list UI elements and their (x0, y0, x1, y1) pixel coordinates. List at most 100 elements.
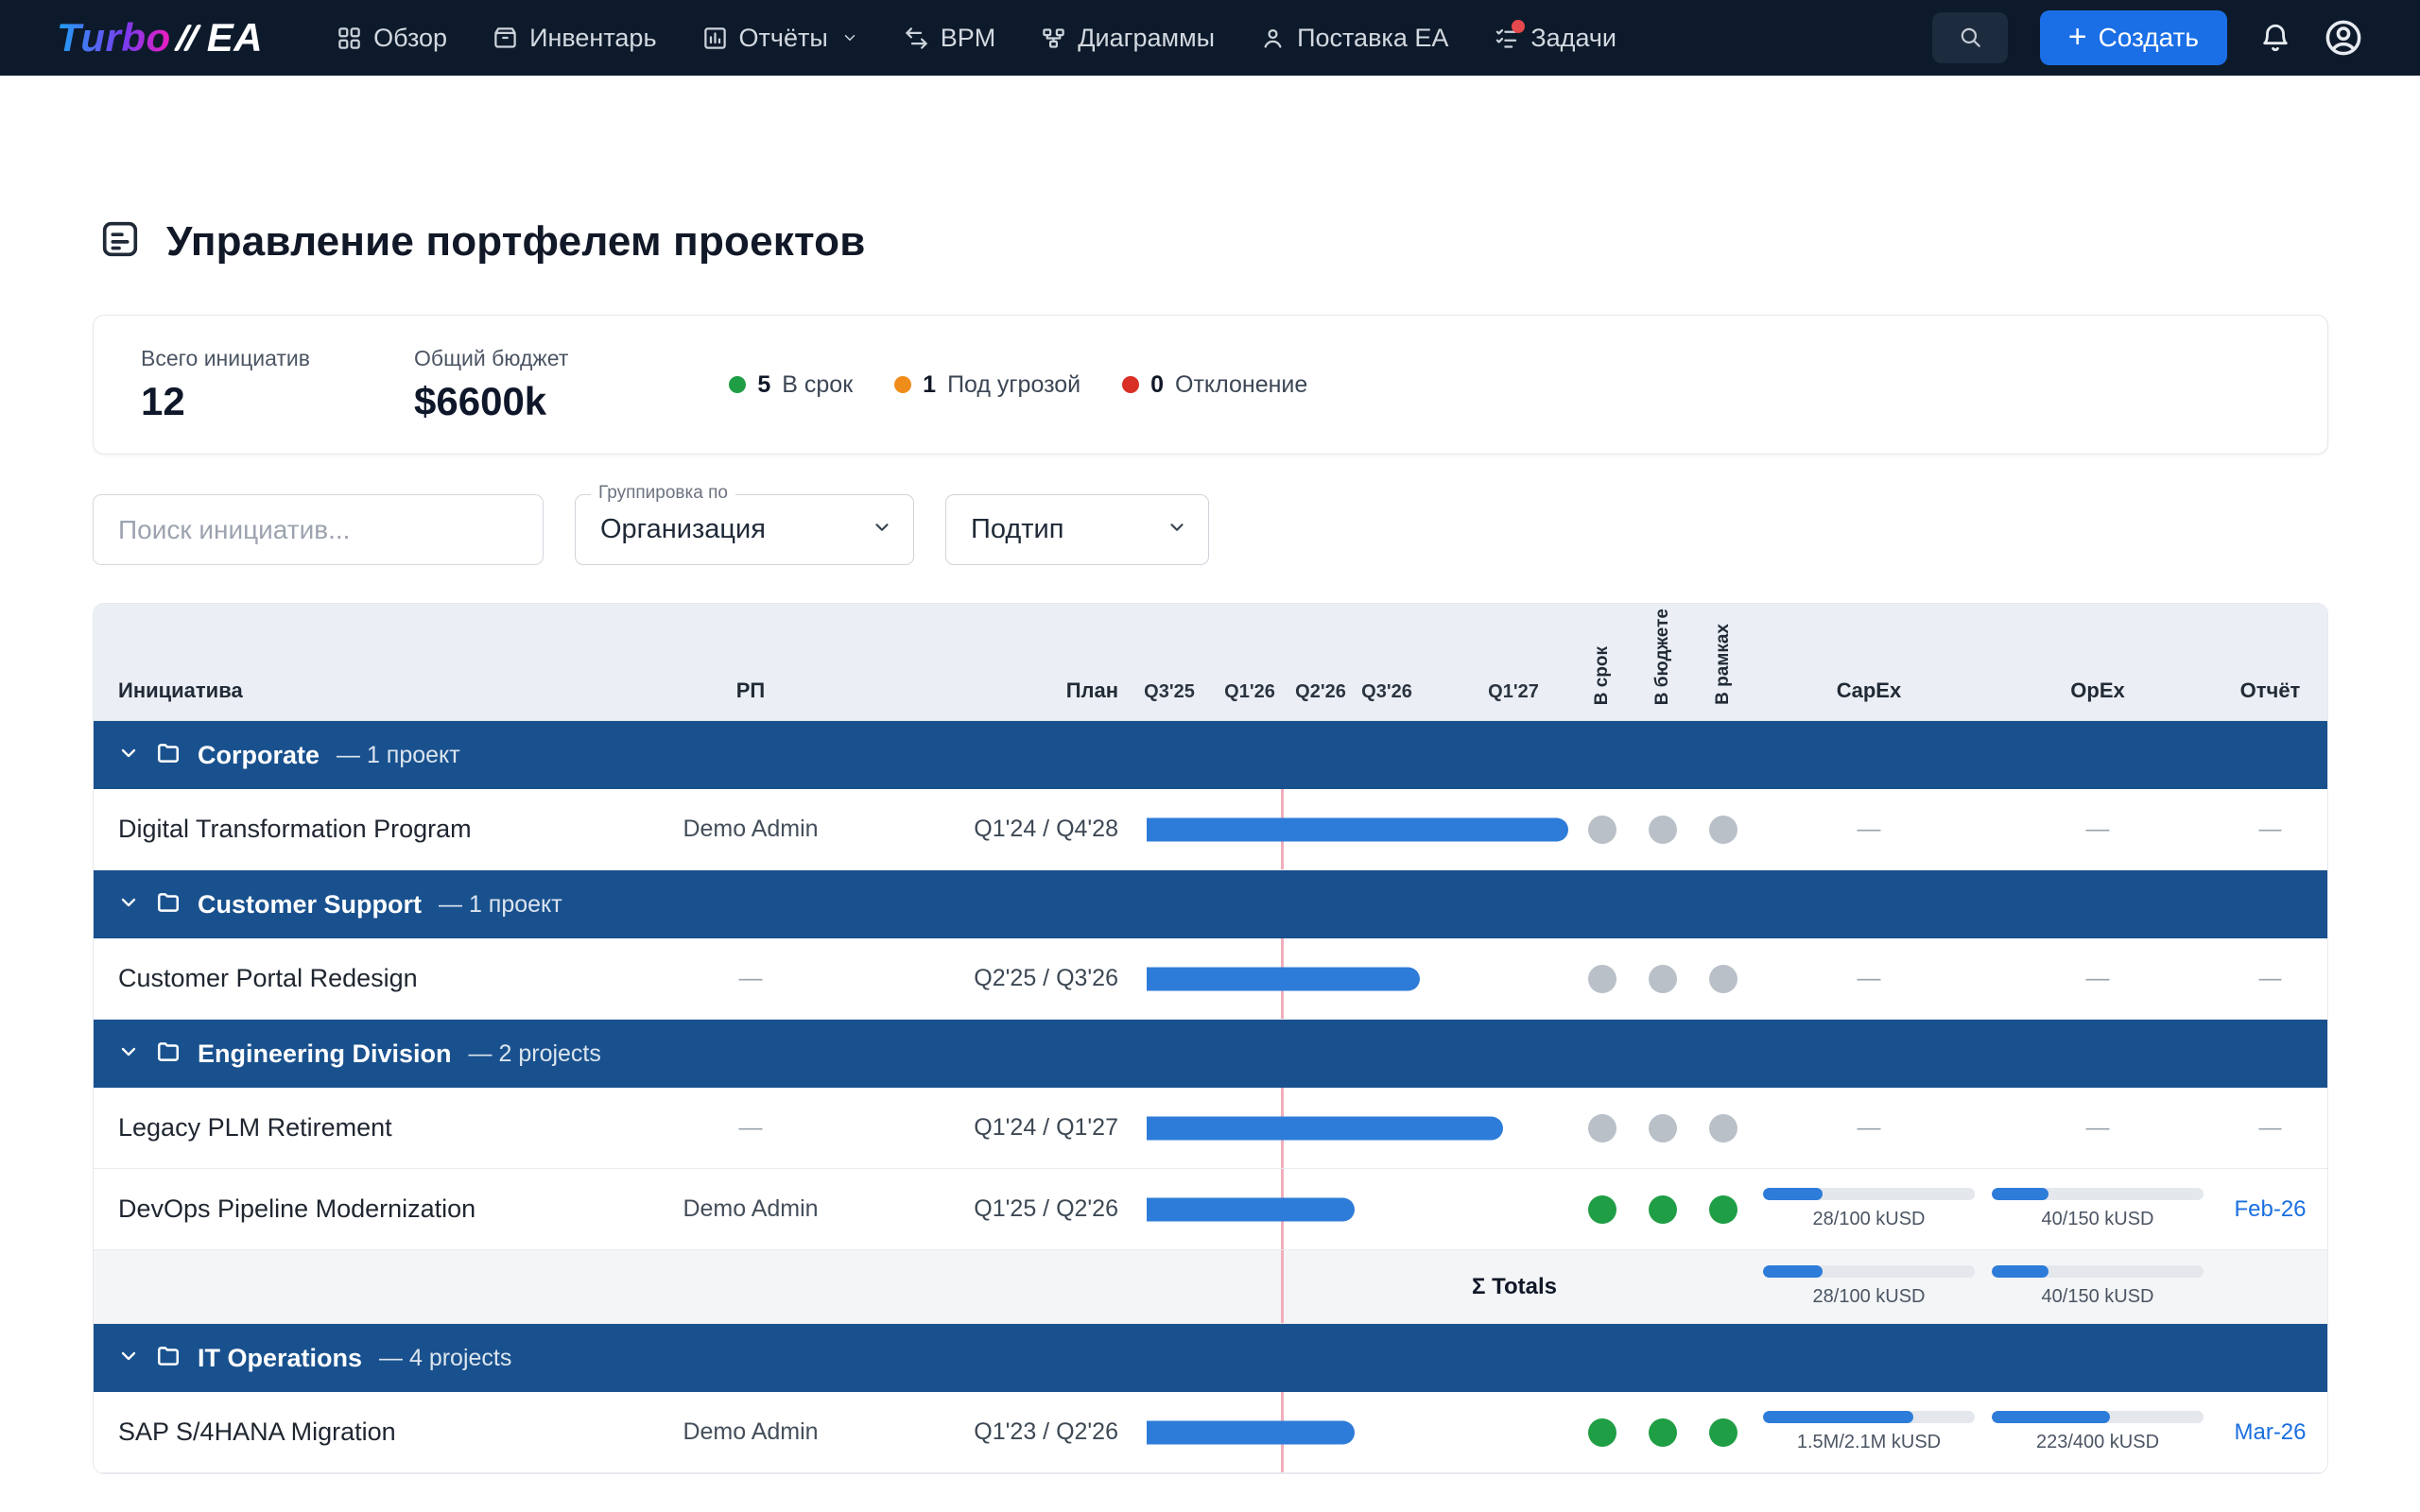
opex-cell: — (1984, 965, 2211, 992)
status-legend: 5 В срок 1 Под угрозой 0 Отклонение (729, 371, 1307, 399)
initiative-row[interactable]: Legacy PLM Retirement — Q1'24 / Q1'27 — … (94, 1088, 2327, 1169)
create-button[interactable]: + Создать (2040, 10, 2227, 65)
chevron-down-icon[interactable] (118, 1041, 139, 1067)
nav-right: + Создать (1932, 10, 2363, 65)
status-on-budget (1633, 816, 1693, 844)
search-button[interactable] (1932, 12, 2008, 63)
report-link[interactable]: Feb-26 (2211, 1196, 2328, 1223)
status-on-time (1572, 816, 1633, 844)
stat-value: $6600k (414, 379, 568, 424)
nav-item-diagrams[interactable]: Диаграммы (1041, 24, 1215, 53)
filters-bar: Группировка по Организация Подтип (93, 494, 2328, 565)
group-row-customer-support[interactable]: Customer Support — 1 проект (94, 870, 2327, 938)
legend-at-risk: 1 Под угрозой (894, 371, 1080, 399)
initiative-name: DevOps Pipeline Modernization (94, 1194, 661, 1224)
group-count: — 2 projects (469, 1040, 601, 1068)
bell-icon[interactable] (2259, 22, 2291, 54)
gantt-bar (1147, 1116, 1503, 1140)
col-in-scope: В рамках (1693, 604, 1754, 720)
folder-icon (156, 1344, 181, 1373)
bpm-icon (904, 26, 929, 51)
capex-label: 28/100 kUSD (1813, 1209, 1926, 1230)
nav-item-bpm[interactable]: BPM (904, 24, 996, 53)
opex-progress (1992, 1411, 2204, 1423)
chevron-down-icon[interactable] (118, 1346, 139, 1371)
chevron-down-icon[interactable] (118, 743, 139, 768)
pm-cell: Demo Admin (661, 1195, 840, 1223)
portfolio-table: Инициатива РП План Q3'25 Q1'26 Q2'26 Q3'… (93, 603, 2328, 1474)
report-link[interactable]: Mar-26 (2211, 1419, 2328, 1446)
app-root: Turbo EA Обзор Инвентарь Отчёты (0, 0, 2420, 1512)
col-on-budget: В бюджете (1633, 604, 1693, 720)
initiative-row[interactable]: Digital Transformation Program Demo Admi… (94, 789, 2327, 870)
quarter-label: Q1'26 (1224, 681, 1275, 703)
stat-label: Всего инициатив (141, 346, 310, 371)
status-in-scope (1693, 1114, 1754, 1143)
chevron-down-icon[interactable] (118, 892, 139, 918)
nav-label-diagrams: Диаграммы (1078, 24, 1215, 53)
group-by-select[interactable]: Группировка по Организация (575, 494, 914, 565)
nav-item-tasks[interactable]: Задачи (1494, 24, 1616, 53)
initiative-row[interactable]: SAP S/4HANA Migration Demo Admin Q1'23 /… (94, 1392, 2327, 1473)
group-name: Customer Support (198, 890, 422, 919)
chevron-down-icon (872, 517, 892, 542)
grid-icon (337, 26, 362, 51)
plan-cell: Q1'24 / Q1'27 (840, 1114, 1147, 1142)
nav-item-inventory[interactable]: Инвентарь (493, 24, 656, 53)
subtype-select[interactable]: Подтип (945, 494, 1209, 565)
stat-total-initiatives: Всего инициатив 12 (141, 346, 310, 424)
capex-cell: — (1754, 816, 1984, 843)
opex-cell: — (1984, 816, 2211, 843)
capex-progress (1763, 1188, 1975, 1200)
capex-label: 1.5M/2.1M kUSD (1797, 1432, 1941, 1453)
quarter-label: Q1'27 (1488, 681, 1539, 703)
group-by-label: Группировка по (591, 483, 735, 504)
capex-cell: 28/100 kUSD (1754, 1188, 1984, 1230)
legend-off-track: 0 Отклонение (1122, 371, 1307, 399)
nav-item-reports[interactable]: Отчёты (702, 24, 858, 53)
capex-cell: 1.5M/2.1M kUSD (1754, 1411, 1984, 1453)
nav-item-overview[interactable]: Обзор (337, 24, 447, 53)
app-logo[interactable]: Turbo EA (57, 15, 263, 60)
col-report: Отчёт (2211, 679, 2328, 720)
totals-capex-cell: 28/100 kUSD (1754, 1265, 1984, 1308)
status-in-scope (1693, 965, 1754, 993)
logo-turbo: Turbo (57, 15, 171, 60)
capex-cell: — (1754, 1114, 1984, 1142)
initiative-row[interactable]: Customer Portal Redesign — Q2'25 / Q3'26… (94, 938, 2327, 1020)
report-cell: — (2211, 1115, 2328, 1142)
col-on-time: В срок (1572, 604, 1633, 720)
legend-on-track: 5 В срок (729, 371, 853, 399)
plan-cell: Q1'23 / Q2'26 (840, 1418, 1147, 1446)
pm-cell: Demo Admin (661, 816, 840, 843)
group-row-it-operations[interactable]: IT Operations — 4 projects (94, 1324, 2327, 1392)
opex-progress (1992, 1188, 2204, 1200)
gantt-cell (1147, 789, 1572, 869)
status-in-scope (1693, 1418, 1754, 1447)
stat-label: Общий бюджет (414, 346, 568, 371)
nav-label-reports: Отчёты (739, 24, 828, 53)
status-on-time (1572, 965, 1633, 993)
initiative-row[interactable]: DevOps Pipeline Modernization Demo Admin… (94, 1169, 2327, 1250)
initiative-name: Digital Transformation Program (94, 815, 661, 844)
subtype-value: Подтип (971, 514, 1063, 545)
search-input[interactable] (93, 494, 544, 565)
status-dot-orange (894, 376, 911, 393)
nav-item-ea-delivery[interactable]: Поставка EA (1260, 24, 1448, 53)
status-dot-green (729, 376, 746, 393)
account-avatar[interactable] (2324, 18, 2363, 58)
nav-label-tasks: Задачи (1530, 24, 1616, 53)
quarter-label: Q3'26 (1361, 681, 1412, 703)
group-row-engineering-division[interactable]: Engineering Division — 2 projects (94, 1020, 2327, 1088)
plus-icon: + (2068, 21, 2087, 53)
group-name: IT Operations (198, 1344, 362, 1373)
gantt-cell (1147, 1169, 1572, 1249)
group-row-corporate[interactable]: Corporate — 1 проект (94, 721, 2327, 789)
initiative-name: Legacy PLM Retirement (94, 1113, 661, 1143)
reports-icon (702, 26, 728, 51)
tasks-badge (1512, 20, 1525, 33)
gantt-cell (1147, 1392, 1572, 1472)
page-header: Управление портфелем проектов (93, 217, 2328, 266)
diagrams-icon (1041, 26, 1066, 51)
stat-total-budget: Общий бюджет $6600k (414, 346, 568, 424)
